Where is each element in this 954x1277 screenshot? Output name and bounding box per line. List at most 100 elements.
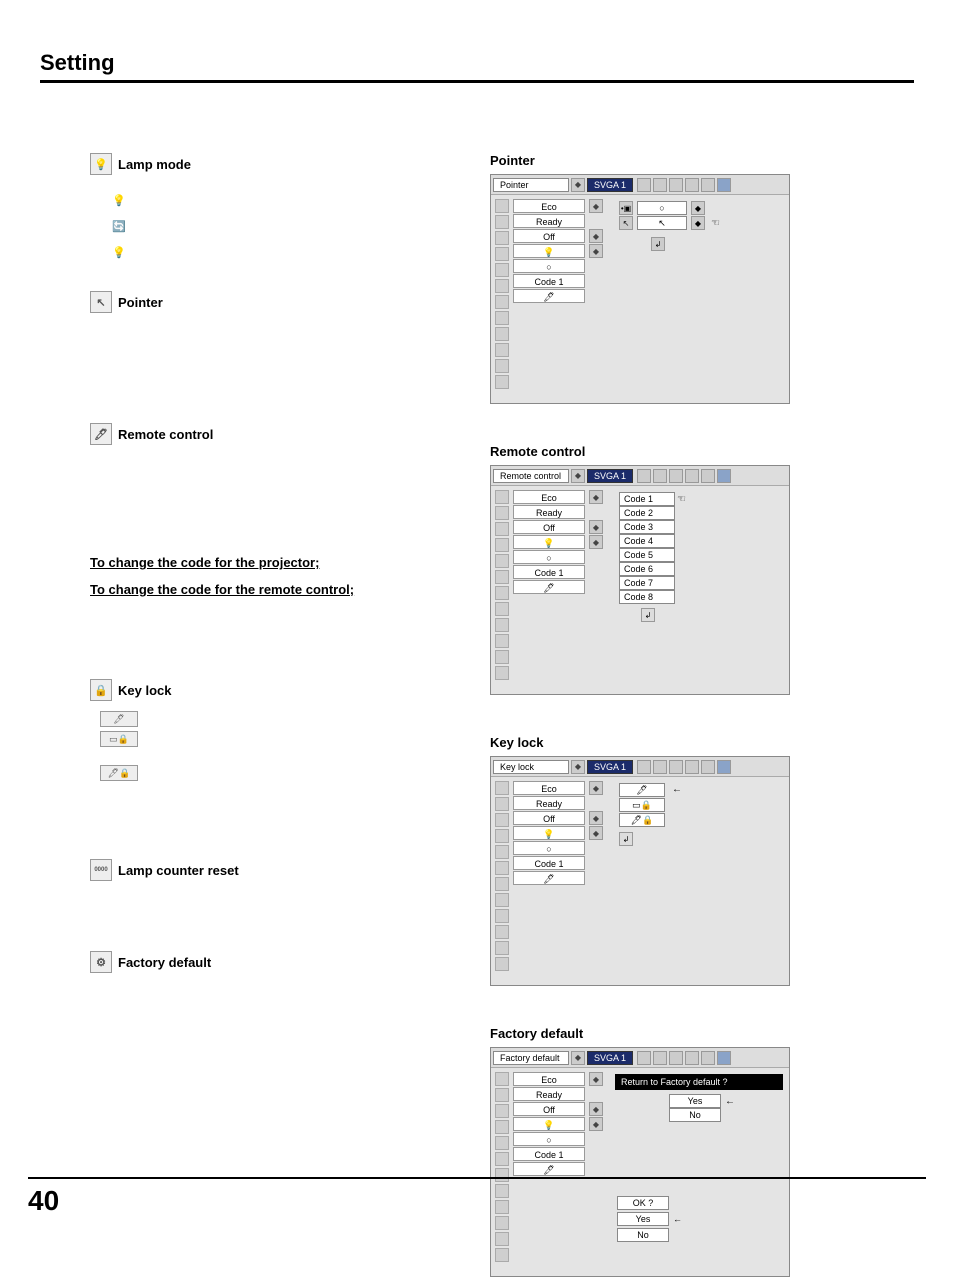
menu-row-ready[interactable]: Ready <box>513 796 585 810</box>
row-arrow-icon[interactable]: ◆ <box>589 811 603 825</box>
mode-icon[interactable] <box>701 469 715 483</box>
menu-row-code[interactable]: Code 1 <box>513 274 585 288</box>
menu-row-icon[interactable]: 💡 <box>513 1117 585 1131</box>
menu-row-eco[interactable]: Eco <box>513 1072 585 1086</box>
menu-row-icon[interactable]: 💡 <box>513 535 585 549</box>
row-arrow-icon[interactable]: ◆ <box>589 199 603 213</box>
code-option[interactable]: Code 5 <box>619 548 675 562</box>
mode-icon[interactable] <box>637 760 651 774</box>
popup-arrow-icon[interactable]: ◆ <box>691 201 705 215</box>
menu-row-icon[interactable]: 🖊 <box>513 289 585 303</box>
popup-left-icon[interactable]: ↖ <box>619 216 633 230</box>
menu-row-code[interactable]: Code 1 <box>513 565 585 579</box>
row-arrow-icon[interactable]: ◆ <box>589 1117 603 1131</box>
menu-row-eco[interactable]: Eco <box>513 199 585 213</box>
keylock-option-off[interactable]: 🖊 <box>619 783 665 797</box>
row-arrow-icon[interactable]: ◆ <box>589 1102 603 1116</box>
row-arrow-icon[interactable]: ◆ <box>589 490 603 504</box>
menu-row-code[interactable]: Code 1 <box>513 856 585 870</box>
keylock-option-projector[interactable]: ▭🔒 <box>619 798 665 812</box>
menu-row-circle[interactable]: ○ <box>513 550 585 564</box>
menu-row-ready[interactable]: Ready <box>513 1087 585 1101</box>
popup-return-icon[interactable]: ↲ <box>651 237 665 251</box>
mode-icon[interactable] <box>717 1051 731 1065</box>
link-change-code-projector[interactable]: To change the code for the projector; <box>90 555 450 570</box>
mode-icon[interactable] <box>669 1051 683 1065</box>
mode-icon[interactable] <box>653 760 667 774</box>
mode-icon[interactable] <box>685 760 699 774</box>
menu-row-ready[interactable]: Ready <box>513 214 585 228</box>
factory-default-label: Factory default <box>118 955 211 970</box>
menu-row-off[interactable]: Off <box>513 229 585 243</box>
menu-row-off[interactable]: Off <box>513 520 585 534</box>
code-option[interactable]: Code 1 <box>619 492 675 506</box>
factory-menu-panel[interactable]: Factory default ◆ SVGA 1 Eco◆ R <box>490 1047 790 1277</box>
menu-row-ready[interactable]: Ready <box>513 505 585 519</box>
mode-icon[interactable] <box>685 469 699 483</box>
row-arrow-icon[interactable]: ◆ <box>589 535 603 549</box>
pointer-menu-panel[interactable]: Pointer ◆ SVGA 1 Eco◆ Ready <box>490 174 790 404</box>
row-arrow-icon[interactable]: ◆ <box>589 781 603 795</box>
mode-icon[interactable] <box>669 178 683 192</box>
factory-ok-yes[interactable]: Yes← <box>617 1212 669 1226</box>
menu-row-off[interactable]: Off <box>513 811 585 825</box>
main-column: Eco ◆ Ready Off ◆ 💡 ◆ ○ Code 1 🖊 <box>513 1072 603 1262</box>
mode-icon[interactable] <box>685 178 699 192</box>
code-option[interactable]: Code 7 <box>619 576 675 590</box>
mode-icon[interactable] <box>701 1051 715 1065</box>
keylock-option-remote[interactable]: 🖊🔒 <box>619 813 665 827</box>
titlebar-nav-icon[interactable]: ◆ <box>571 1051 585 1065</box>
mode-icon[interactable] <box>701 760 715 774</box>
menu-row-eco[interactable]: Eco <box>513 490 585 504</box>
popup-option[interactable]: ○ <box>637 201 687 215</box>
mode-icon[interactable] <box>669 469 683 483</box>
mode-icon[interactable] <box>653 178 667 192</box>
menu-row-circle[interactable]: ○ <box>513 1132 585 1146</box>
menu-row-off[interactable]: Off <box>513 1102 585 1116</box>
popup-left-icon[interactable]: •▣ <box>619 201 633 215</box>
popup-option[interactable]: ↖ <box>637 216 687 230</box>
factory-no[interactable]: No <box>669 1108 721 1122</box>
code-option[interactable]: Code 8 <box>619 590 675 604</box>
row-arrow-icon[interactable]: ◆ <box>589 244 603 258</box>
menu-row-icon[interactable]: 💡 <box>513 826 585 840</box>
menu-row-code[interactable]: Code 1 <box>513 1147 585 1161</box>
mode-icon[interactable] <box>717 178 731 192</box>
menu-row-eco[interactable]: Eco <box>513 781 585 795</box>
row-arrow-icon[interactable]: ◆ <box>589 1072 603 1086</box>
remote-menu-panel[interactable]: Remote control ◆ SVGA 1 Eco◆ Re <box>490 465 790 695</box>
menu-row-circle[interactable]: ○ <box>513 259 585 273</box>
mode-icon[interactable] <box>701 178 715 192</box>
menu-row-icon[interactable]: 🖊 <box>513 871 585 885</box>
row-arrow-icon[interactable]: ◆ <box>589 229 603 243</box>
mode-icon[interactable] <box>685 1051 699 1065</box>
code-option[interactable]: Code 3 <box>619 520 675 534</box>
titlebar-nav-icon[interactable]: ◆ <box>571 760 585 774</box>
row-arrow-icon[interactable]: ◆ <box>589 520 603 534</box>
mode-icon[interactable] <box>653 1051 667 1065</box>
mode-icon[interactable] <box>637 178 651 192</box>
menu-row-circle[interactable]: ○ <box>513 841 585 855</box>
code-option[interactable]: Code 4 <box>619 534 675 548</box>
code-option[interactable]: Code 2 <box>619 506 675 520</box>
mode-icon[interactable] <box>637 469 651 483</box>
menu-row-icon[interactable]: 🖊 <box>513 1162 585 1176</box>
mode-icon[interactable] <box>717 469 731 483</box>
factory-yes[interactable]: Yes <box>669 1094 721 1108</box>
code-return-icon[interactable]: ↲ <box>641 608 655 622</box>
code-option[interactable]: Code 6 <box>619 562 675 576</box>
mode-icon[interactable] <box>669 760 683 774</box>
menu-row-icon[interactable]: 💡 <box>513 244 585 258</box>
menu-row-icon[interactable]: 🖊 <box>513 580 585 594</box>
mode-icon[interactable] <box>717 760 731 774</box>
link-change-code-remote[interactable]: To change the code for the remote contro… <box>90 582 450 597</box>
popup-arrow-icon[interactable]: ◆ <box>691 216 705 230</box>
titlebar-nav-icon[interactable]: ◆ <box>571 469 585 483</box>
keylock-return-icon[interactable]: ↲ <box>619 832 633 846</box>
row-arrow-icon[interactable]: ◆ <box>589 826 603 840</box>
mode-icon[interactable] <box>653 469 667 483</box>
keylock-menu-panel[interactable]: Key lock ◆ SVGA 1 Eco◆ Ready <box>490 756 790 986</box>
mode-icon[interactable] <box>637 1051 651 1065</box>
titlebar-nav-icon[interactable]: ◆ <box>571 178 585 192</box>
factory-ok-no[interactable]: No <box>617 1228 669 1242</box>
